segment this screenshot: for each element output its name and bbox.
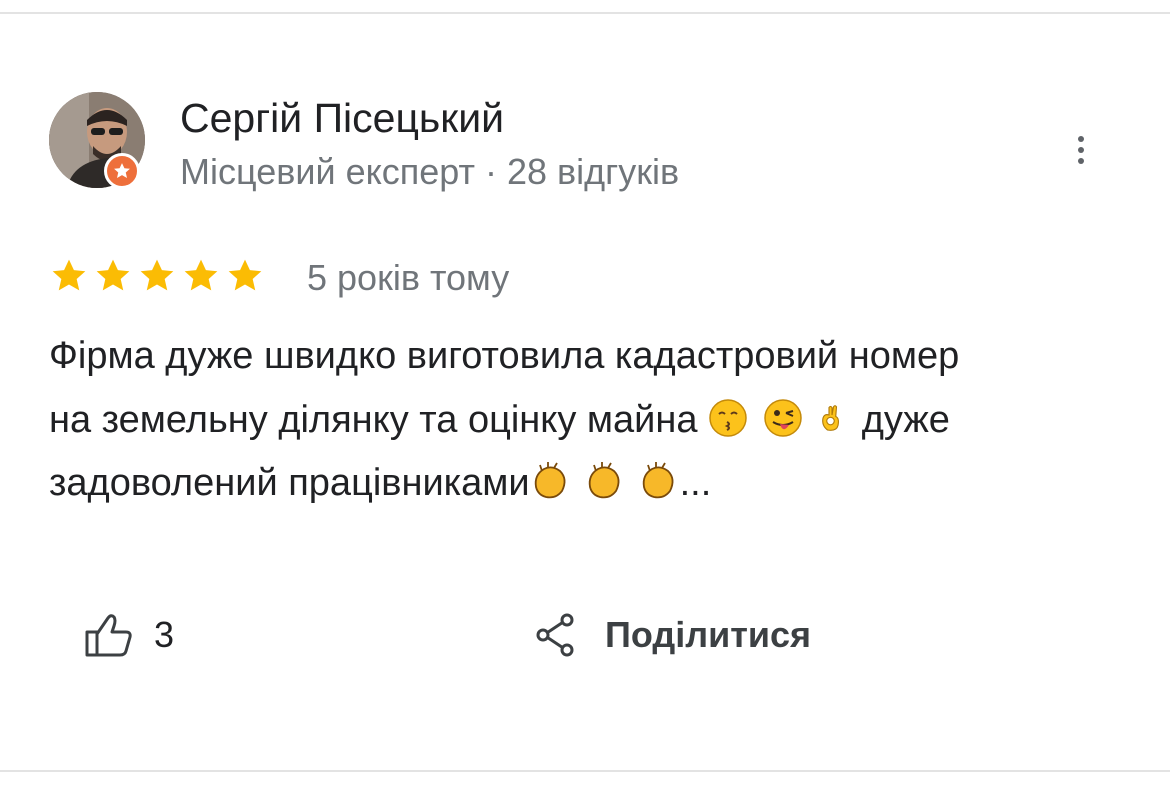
kissing-face-emoji-icon [709, 399, 747, 437]
ok-hand-emoji-icon [822, 405, 840, 431]
review-more-ellipsis[interactable]: ... [680, 462, 712, 504]
star-icon [140, 259, 174, 291]
share-button[interactable]: Поділитися [535, 610, 811, 660]
review-text-segment: задоволений працівниками [49, 462, 530, 504]
clapping-hands-emoji-icon [588, 462, 620, 499]
star-icon [52, 259, 86, 291]
review-text-line-1: Фірма дуже швидко виготовила кадастровий… [49, 335, 960, 377]
star-icon [228, 259, 262, 291]
review-text-line-3: задоволений працівниками ... [49, 461, 711, 505]
review-text-segment: на земельну ділянку та оцінку майна [49, 399, 698, 441]
review-card: Сергій Пісецький Місцевий експерт · 28 в… [0, 0, 1170, 810]
star-rating [49, 256, 265, 298]
share-icon [536, 613, 574, 657]
reviewer-name[interactable]: Сергій Пісецький [180, 95, 504, 142]
winking-tongue-emoji-icon [763, 399, 802, 437]
like-count: 3 [154, 614, 175, 655]
clapping-hands-emoji-icon [642, 462, 674, 499]
like-button[interactable]: 3 [84, 610, 174, 660]
clapping-hands-emoji-icon [534, 462, 566, 499]
bottom-divider [0, 770, 1170, 772]
more-vert-icon[interactable] [1066, 128, 1096, 172]
review-text-line-2: на земельну ділянку та оцінку майна дуже [49, 398, 950, 442]
local-guide-star-icon [104, 153, 140, 189]
review-text-segment: дуже [861, 399, 950, 441]
star-icon [184, 259, 218, 291]
share-label: Поділитися [605, 614, 812, 655]
review-date: 5 років тому [307, 257, 510, 298]
thumb-up-icon [85, 614, 132, 657]
top-divider [0, 12, 1170, 14]
reviewer-meta[interactable]: Місцевий експерт · 28 відгуків [180, 151, 679, 193]
star-icon [96, 259, 130, 291]
